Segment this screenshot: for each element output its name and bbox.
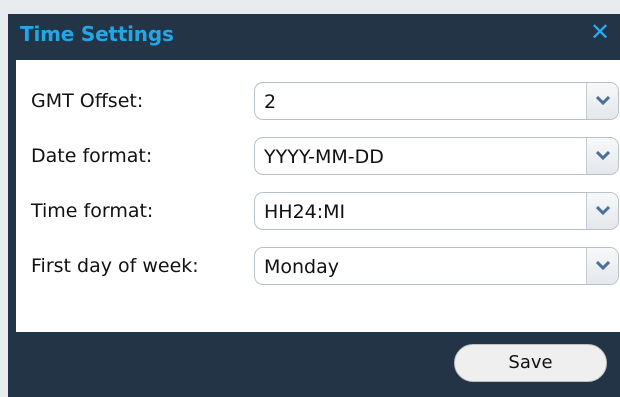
gmt-offset-select[interactable]: 2 (254, 82, 619, 120)
chevron-down-icon (596, 151, 610, 161)
chevron-down-icon (596, 261, 610, 271)
dialog-titlebar: Time Settings ✕ (8, 14, 620, 54)
first-day-of-week-row: First day of week: Monday (16, 247, 620, 287)
first-day-of-week-label: First day of week: (31, 255, 199, 277)
close-icon: ✕ (589, 18, 611, 46)
chevron-down-icon (596, 206, 610, 216)
date-format-label: Date format: (31, 145, 153, 167)
date-format-row: Date format: YYYY-MM-DD (16, 137, 620, 177)
date-format-value: YYYY-MM-DD (264, 146, 384, 168)
gmt-offset-row: GMT Offset: 2 (16, 82, 620, 122)
gmt-offset-dropdown-button[interactable] (586, 83, 618, 119)
settings-form: GMT Offset: 2 Date format: YYYY-MM-DD Ti… (16, 60, 620, 332)
gmt-offset-label: GMT Offset: (31, 90, 144, 112)
gmt-offset-value: 2 (264, 91, 277, 113)
time-format-value: HH24:MI (264, 201, 346, 223)
time-settings-dialog: Time Settings ✕ GMT Offset: 2 Date forma… (8, 14, 620, 397)
save-button[interactable]: Save (454, 344, 607, 382)
time-format-row: Time format: HH24:MI (16, 192, 620, 232)
time-format-dropdown-button[interactable] (586, 193, 618, 229)
date-format-select[interactable]: YYYY-MM-DD (254, 137, 619, 175)
chevron-down-icon (596, 96, 610, 106)
first-day-of-week-select[interactable]: Monday (254, 247, 619, 285)
time-format-select[interactable]: HH24:MI (254, 192, 619, 230)
first-day-of-week-dropdown-button[interactable] (586, 248, 618, 284)
dialog-title: Time Settings (20, 22, 174, 46)
first-day-of-week-value: Monday (264, 256, 340, 278)
time-format-label: Time format: (31, 200, 154, 222)
date-format-dropdown-button[interactable] (586, 138, 618, 174)
dialog-footer: Save (8, 332, 620, 397)
close-button[interactable]: ✕ (586, 16, 614, 48)
